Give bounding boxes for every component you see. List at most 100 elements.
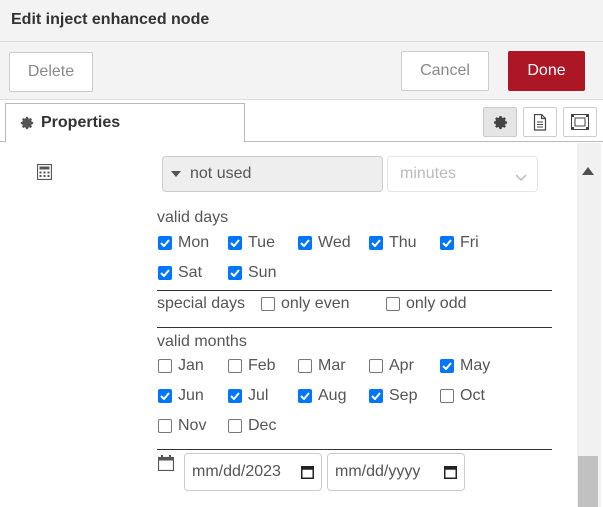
- checkbox-checked[interactable]: [228, 389, 242, 403]
- tab-properties-label: Properties: [41, 114, 121, 131]
- cancel-button[interactable]: Cancel: [401, 51, 489, 91]
- checkmark-icon: [442, 239, 452, 247]
- dialog-titlebar: Edit inject enhanced node: [0, 0, 603, 42]
- checkbox-checked[interactable]: [369, 389, 383, 403]
- checkmark-icon: [230, 392, 240, 400]
- checkbox-unchecked[interactable]: [158, 419, 172, 433]
- checkbox-label: only odd: [406, 295, 467, 312]
- gear-icon: [493, 115, 508, 130]
- checkbox-option[interactable]: Mon: [158, 234, 209, 252]
- checkbox-option[interactable]: only odd: [386, 295, 467, 313]
- checkbox-label: Thu: [389, 234, 417, 251]
- checkmark-icon: [230, 239, 240, 247]
- tab-properties[interactable]: Properties: [5, 103, 245, 143]
- checkbox-label: May: [460, 357, 491, 374]
- done-button[interactable]: Done: [508, 51, 585, 91]
- checkbox-label: Sep: [389, 387, 418, 404]
- checkbox-label: Jul: [248, 387, 269, 404]
- properties-panel: not used minutes valid days special days…: [0, 143, 603, 507]
- checkbox-label: Aug: [318, 387, 347, 404]
- checkbox-option[interactable]: Tue: [228, 234, 275, 252]
- chevron-down-icon: [515, 169, 527, 187]
- checkbox-checked[interactable]: [369, 236, 383, 250]
- checkbox-label: Apr: [389, 357, 414, 374]
- description-tab-button[interactable]: [523, 107, 557, 137]
- checkbox-option[interactable]: Sep: [369, 387, 417, 405]
- document-icon: [533, 113, 547, 131]
- checkbox-unchecked[interactable]: [440, 389, 454, 403]
- checkbox-label: Jan: [178, 357, 204, 374]
- calculator-icon: [37, 164, 52, 180]
- end-date-input[interactable]: mm/dd/yyyy: [327, 453, 465, 491]
- checkbox-option[interactable]: Jul: [228, 387, 268, 405]
- valid-days-label: valid days: [157, 209, 229, 226]
- checkbox-option[interactable]: Dec: [228, 417, 276, 435]
- scroll-up-arrow-icon[interactable]: [582, 167, 594, 175]
- checkbox-checked[interactable]: [228, 266, 242, 280]
- checkbox-option[interactable]: Mar: [298, 357, 346, 375]
- end-date-value: mm/dd/yyyy: [335, 463, 421, 480]
- checkbox-option[interactable]: Thu: [369, 234, 417, 252]
- checkbox-option[interactable]: Nov: [158, 417, 206, 435]
- checkbox-checked[interactable]: [440, 359, 454, 373]
- checkbox-label: only even: [281, 295, 350, 312]
- checkbox-checked[interactable]: [298, 389, 312, 403]
- checkbox-unchecked[interactable]: [386, 297, 400, 311]
- settings-tab-button[interactable]: [483, 107, 517, 137]
- mode-select-value: not used: [190, 165, 252, 182]
- checkbox-option[interactable]: Jun: [158, 387, 204, 405]
- calendar-icon[interactable]: [444, 465, 457, 484]
- checkbox-option[interactable]: Sat: [158, 264, 202, 282]
- calendar-icon[interactable]: [301, 465, 314, 484]
- mode-select[interactable]: not used: [162, 156, 383, 192]
- checkbox-option[interactable]: Apr: [369, 357, 414, 375]
- checkbox-unchecked[interactable]: [228, 359, 242, 373]
- checkbox-label: Sat: [178, 264, 203, 281]
- checkbox-label: Tue: [248, 234, 275, 251]
- checkbox-label: Mon: [178, 234, 210, 251]
- checkbox-option[interactable]: Oct: [440, 387, 485, 405]
- checkbox-unchecked[interactable]: [158, 359, 172, 373]
- checkbox-label: Mar: [318, 357, 346, 374]
- checkbox-option[interactable]: Feb: [228, 357, 276, 375]
- checkmark-icon: [160, 239, 170, 247]
- unit-select[interactable]: minutes: [387, 156, 538, 192]
- checkbox-label: Oct: [460, 387, 485, 404]
- checkbox-unchecked[interactable]: [261, 297, 275, 311]
- caret-down-icon: [171, 171, 181, 177]
- checkbox-option[interactable]: only even: [261, 295, 350, 313]
- checkbox-label: Feb: [248, 357, 276, 374]
- dialog-title: Edit inject enhanced node: [11, 11, 210, 28]
- checkbox-unchecked[interactable]: [369, 359, 383, 373]
- appearance-tab-button[interactable]: [563, 107, 597, 137]
- checkbox-unchecked[interactable]: [298, 359, 312, 373]
- checkbox-option[interactable]: Fri: [440, 234, 479, 252]
- checkbox-option[interactable]: Sun: [228, 264, 276, 282]
- scrollbar-thumb[interactable]: [578, 456, 598, 507]
- gear-icon: [20, 116, 34, 130]
- start-date-value: mm/dd/2023: [192, 463, 281, 480]
- checkbox-option[interactable]: Wed: [298, 234, 351, 252]
- checkbox-label: Fri: [460, 234, 479, 251]
- checkmark-icon: [300, 392, 310, 400]
- checkmark-icon: [371, 392, 381, 400]
- checkbox-checked[interactable]: [298, 236, 312, 250]
- dialog-toolbar: Delete Cancel Done: [0, 42, 603, 100]
- checkbox-option[interactable]: May: [440, 357, 490, 375]
- checkbox-checked[interactable]: [228, 236, 242, 250]
- start-date-input[interactable]: mm/dd/2023: [184, 453, 322, 491]
- checkmark-icon: [371, 239, 381, 247]
- checkbox-unchecked[interactable]: [228, 419, 242, 433]
- delete-button[interactable]: Delete: [9, 52, 93, 92]
- scrollbar[interactable]: [577, 143, 601, 507]
- checkbox-option[interactable]: Aug: [298, 387, 346, 405]
- checkbox-checked[interactable]: [158, 266, 172, 280]
- checkbox-option[interactable]: Jan: [158, 357, 204, 375]
- valid-months-label: valid months: [157, 333, 247, 350]
- checkbox-label: Dec: [248, 417, 277, 434]
- checkbox-checked[interactable]: [440, 236, 454, 250]
- checkbox-label: Nov: [178, 417, 207, 434]
- checkbox-checked[interactable]: [158, 236, 172, 250]
- divider: [157, 327, 552, 328]
- checkbox-checked[interactable]: [158, 389, 172, 403]
